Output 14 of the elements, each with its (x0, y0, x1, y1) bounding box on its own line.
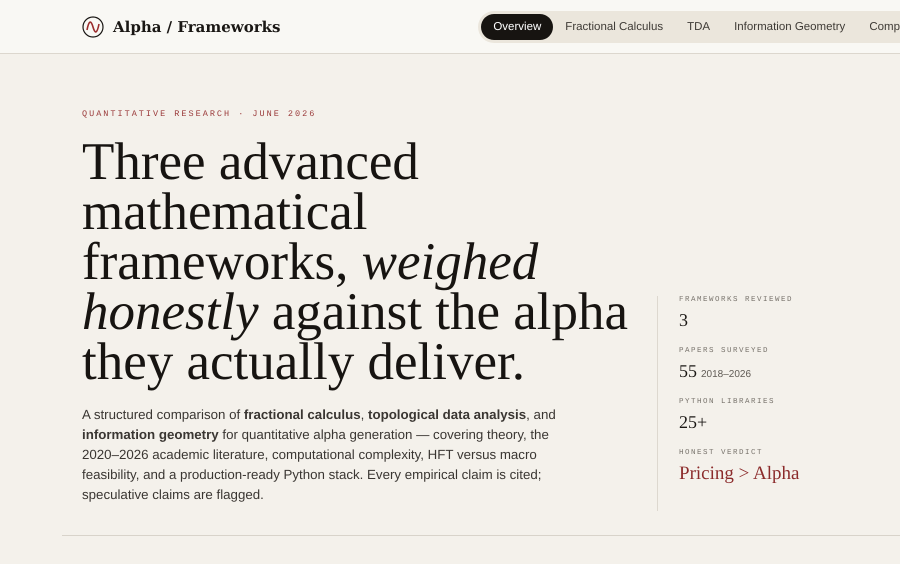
nav-tab[interactable]: Fractional Calculus (553, 14, 676, 40)
stat-value: 3 (679, 310, 688, 331)
nav-tab[interactable]: Overview (481, 14, 554, 40)
stat-value: 25+ (679, 412, 708, 433)
site-title[interactable]: Alpha / Frameworks (113, 18, 280, 36)
nav-tab[interactable]: TDA (675, 14, 722, 40)
verdict-value: Pricing > Alpha (679, 463, 800, 485)
stat-note: 2018–2026 (701, 369, 752, 380)
logo-icon (82, 16, 104, 38)
nav-tab[interactable]: Comp (857, 14, 900, 40)
intro-paragraph: A structured comparison of fractional calculus, topological data analysis, and information geometry for quantitative alpha generation — covering theory, the 2020–2026 academic literature, computational complexity, HFT versus macro feasibility, and a production-ready Python stack. Every empirical claim is cited; speculative claims are flagged. (82, 406, 557, 504)
stat-value: 55 (679, 361, 697, 382)
eyebrow-text: QUANTITATIVE RESEARCH · JUNE 2026 (82, 109, 318, 119)
nav-tab[interactable]: Information Geometry (722, 14, 858, 40)
